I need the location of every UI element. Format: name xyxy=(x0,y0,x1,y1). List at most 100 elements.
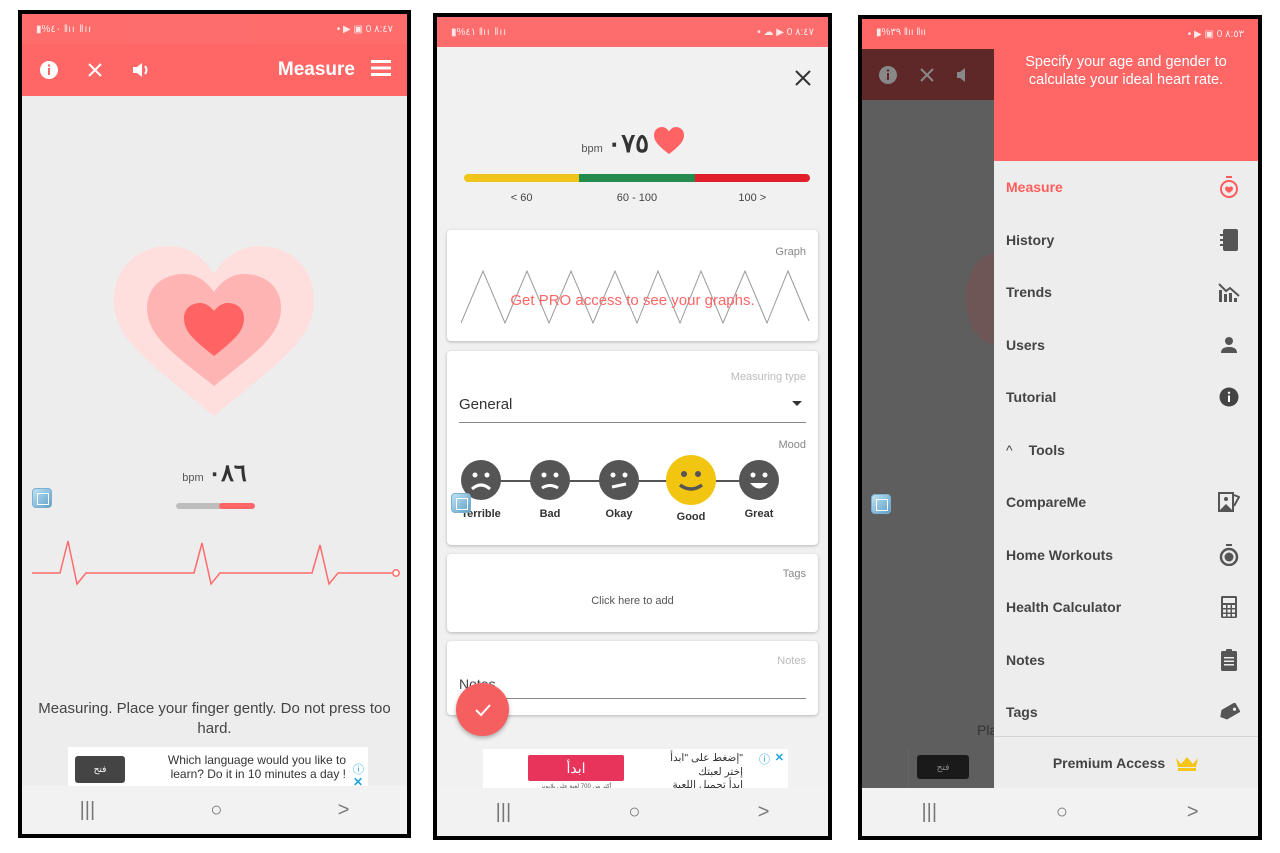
ad-start-button[interactable]: ابدأ xyxy=(528,755,624,781)
status-right: • ▶ ▣ 0 ٨:٤٧ xyxy=(336,23,393,35)
recents-button[interactable]: ||| xyxy=(496,801,512,824)
drawer-item-compareme[interactable]: CompareMe xyxy=(994,476,1258,529)
drawer-item-tags[interactable]: Tags xyxy=(994,686,1258,739)
back-button[interactable]: > xyxy=(758,801,770,824)
drawer-item-tutorial[interactable]: Tutorial xyxy=(994,371,1258,424)
notebook-icon xyxy=(1218,228,1240,251)
mood-option-okay[interactable]: Okay xyxy=(597,460,641,520)
pulsing-heart-icon xyxy=(114,246,314,416)
drawer-item-label: Tags xyxy=(1006,704,1038,721)
home-button[interactable]: ○ xyxy=(1056,801,1068,824)
volume-icon[interactable] xyxy=(130,59,152,81)
calculator-icon xyxy=(1218,596,1240,619)
drawer-item-label: Tutorial xyxy=(1006,389,1057,406)
system-nav-bar: ||| ○ > xyxy=(22,786,407,834)
clipboard-icon xyxy=(1218,648,1240,671)
graph-card: Graph Get PRO access to see your graphs. xyxy=(447,230,818,341)
measuring-type-value: General xyxy=(459,396,513,413)
dimmed-ad-button: فتح xyxy=(917,755,969,779)
drawer-item-health-calculator[interactable]: Health Calculator xyxy=(994,581,1258,634)
bpm-readout: bpm ٠٨٦ xyxy=(22,459,407,488)
close-icon xyxy=(920,67,934,82)
status-bar: ▮%٤٠ ‖ıı ‖ıı • ▶ ▣ 0 ٨:٤٧ xyxy=(22,14,407,44)
bpm-range-labels: < 60 60 - 100 100 > xyxy=(464,192,810,204)
drawer-item-trends[interactable]: Trends xyxy=(994,266,1258,319)
range-segment xyxy=(464,174,580,182)
mood-option-bad[interactable]: Bad xyxy=(528,460,572,520)
drawer-item-label: Home Workouts xyxy=(1006,546,1114,563)
mood-label: Great xyxy=(744,508,774,520)
app-bar: Measure xyxy=(22,44,407,96)
drawer-item-home-workouts[interactable]: Home Workouts xyxy=(994,529,1258,582)
close-icon[interactable] xyxy=(84,59,106,81)
great-face-icon xyxy=(739,460,779,500)
tag-icon xyxy=(1218,701,1240,723)
heart-icon xyxy=(653,127,684,154)
menu-icon[interactable] xyxy=(371,59,391,81)
details-card: Measuring type General Mood Terrible Bad O… xyxy=(447,351,818,545)
ad-line: "إضغط على "ابدأ xyxy=(670,752,743,764)
okay-face-icon xyxy=(599,460,639,500)
drawer-item-notes[interactable]: Notes xyxy=(994,634,1258,687)
info-icon xyxy=(879,65,897,84)
person-icon xyxy=(1218,334,1240,356)
drawer-menu: Measure History Trends Users Tutorial ^ Tools C… xyxy=(994,161,1258,739)
premium-access-button[interactable]: Premium Access xyxy=(994,736,1258,788)
recents-button[interactable]: ||| xyxy=(921,801,937,824)
ad-open-button[interactable]: فتح xyxy=(75,756,125,783)
tags-add-prompt[interactable]: Click here to add xyxy=(447,595,818,607)
measuring-type-select[interactable]: General xyxy=(459,391,806,423)
ad-text: Which language would you like to learn? … xyxy=(167,753,346,781)
drawer-item-label: Health Calculator xyxy=(1006,599,1122,616)
chevron-up-icon: ^ xyxy=(1006,441,1013,458)
drawer-header[interactable]: Specify your age and gender to calculate… xyxy=(994,49,1258,161)
drawer-item-measure[interactable]: Measure xyxy=(994,161,1258,214)
info-icon[interactable] xyxy=(38,59,60,81)
dimmed-ad: فتح xyxy=(908,748,994,788)
recents-button[interactable]: ||| xyxy=(80,799,96,822)
mood-option-great[interactable]: Great xyxy=(737,460,781,520)
range-label: < 60 xyxy=(510,192,533,204)
home-button[interactable]: ○ xyxy=(210,799,222,822)
tags-card[interactable]: Tags Click here to add xyxy=(447,554,818,632)
back-button[interactable]: > xyxy=(1187,801,1199,824)
notes-input[interactable]: Notes xyxy=(459,673,806,699)
drawer-item-label: Users xyxy=(1006,336,1045,353)
graph-label: Graph xyxy=(775,246,806,258)
ad-close-icon[interactable]: ✕ xyxy=(775,751,784,764)
tools-label: Tools xyxy=(1028,441,1065,458)
ad-info-icon[interactable]: ⓘ xyxy=(759,751,770,767)
drawer-scrim[interactable]: Pla فتح xyxy=(862,19,1022,788)
measure-screen: ▮%٤٠ ‖ıı ‖ıı • ▶ ▣ 0 ٨:٤٧ Measure bpm ٠٨… xyxy=(18,10,411,838)
drawer-item-history[interactable]: History xyxy=(994,214,1258,267)
status-left-p3: ▮%٣٩ ‖ıı ‖ıı xyxy=(876,27,927,38)
photo-compare-icon xyxy=(1218,491,1240,513)
floating-overlay-icon[interactable] xyxy=(451,493,471,513)
navigation-drawer: • ▶ ▣ 0 ٨:٥٣ Specify your age and gender… xyxy=(994,19,1258,788)
measuring-type-label: Measuring type xyxy=(730,371,806,383)
mood-option-good[interactable]: Good xyxy=(666,455,716,523)
drawer-screen: Pla فتح • ▶ ▣ 0 ٨:٥٣ Specify your age an… xyxy=(858,15,1262,840)
measure-progress xyxy=(176,503,255,509)
dimmed-appbar xyxy=(862,49,994,100)
save-button[interactable] xyxy=(456,683,509,736)
info-icon xyxy=(1218,386,1240,408)
floating-overlay-icon[interactable] xyxy=(32,488,52,508)
back-button[interactable]: > xyxy=(338,799,350,822)
notes-label: Notes xyxy=(777,655,806,667)
drawer-item-label: Measure xyxy=(1006,179,1063,196)
tools-section-toggle[interactable]: ^ Tools xyxy=(994,424,1258,477)
close-icon[interactable] xyxy=(794,63,812,94)
status-left: ▮%٤١ ‖ıı ‖ıı xyxy=(451,26,508,38)
drawer-item-users[interactable]: Users xyxy=(994,319,1258,372)
pro-access-message[interactable]: Get PRO access to see your graphs. xyxy=(447,292,818,309)
volume-icon xyxy=(957,67,965,82)
bpm-value: ٠٧٥ xyxy=(607,128,650,158)
home-button[interactable]: ○ xyxy=(628,801,640,824)
status-right: • ▶ ▣ 0 ٨:٥٣ xyxy=(1187,28,1244,40)
ad-line: إختر لعبتك xyxy=(698,765,743,778)
ad-lines: "إضغط على "ابدأ إختر لعبتك ابدأ تحميل ال… xyxy=(643,752,743,793)
stopwatch-heart-icon xyxy=(1218,176,1240,199)
range-segment xyxy=(579,174,695,182)
bpm-unit: bpm xyxy=(581,143,603,155)
